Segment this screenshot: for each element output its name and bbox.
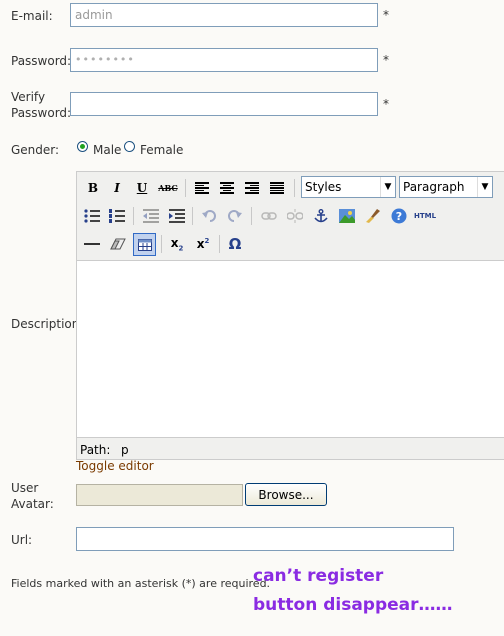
superscript-button[interactable]: x2 xyxy=(193,234,213,254)
indent-icon xyxy=(169,209,185,223)
anchor-button[interactable] xyxy=(311,206,331,226)
strikethrough-button[interactable]: ABC xyxy=(158,178,178,198)
redo-button[interactable] xyxy=(225,206,245,226)
align-left-button[interactable] xyxy=(192,178,212,198)
password-required-mark: * xyxy=(383,53,389,67)
gender-male-radio[interactable] xyxy=(77,141,88,152)
link-icon xyxy=(261,212,277,220)
gender-female-radio[interactable] xyxy=(124,141,135,152)
password-label: Password: xyxy=(11,54,72,68)
align-justify-button[interactable] xyxy=(267,178,287,198)
format-select-value: Paragraph xyxy=(403,180,465,194)
chevron-down-icon: ▼ xyxy=(477,177,492,197)
path-label: Path: xyxy=(80,443,111,457)
image-button[interactable] xyxy=(337,206,357,226)
bullet-list-icon xyxy=(84,209,100,223)
styles-select[interactable]: Styles ▼ xyxy=(301,176,396,198)
avatar-label-line2: Avatar: xyxy=(11,497,54,511)
anchor-icon xyxy=(314,209,328,223)
email-required-mark: * xyxy=(383,8,389,22)
horizontal-rule-button[interactable] xyxy=(82,234,102,254)
table-button[interactable] xyxy=(133,233,156,256)
toolbar-separator xyxy=(161,235,162,253)
cleanup-icon xyxy=(366,209,380,223)
special-char-button[interactable]: Ω xyxy=(225,234,245,254)
gender-female-label: Female xyxy=(140,143,184,157)
horizontal-rule-icon xyxy=(84,243,100,245)
description-label: Description: xyxy=(11,317,84,331)
link-button[interactable] xyxy=(259,206,279,226)
gender-male-label: Male xyxy=(93,143,122,157)
align-right-button[interactable] xyxy=(242,178,262,198)
align-center-icon xyxy=(220,182,234,194)
email-input[interactable]: admin xyxy=(70,3,378,27)
toolbar-separator xyxy=(219,235,220,253)
remove-format-button[interactable] xyxy=(108,234,128,254)
bullet-list-button[interactable] xyxy=(82,206,102,226)
editor-content-area[interactable] xyxy=(77,260,504,438)
toggle-editor-link[interactable]: Toggle editor xyxy=(76,458,154,474)
html-source-button[interactable]: HTML xyxy=(412,206,438,226)
italic-button[interactable]: I xyxy=(107,178,127,198)
svg-text:?: ? xyxy=(396,210,402,223)
toolbar-separator xyxy=(133,207,134,225)
verify-password-input[interactable] xyxy=(70,92,378,116)
url-label: Url: xyxy=(11,533,33,547)
outdent-button[interactable] xyxy=(141,206,161,226)
format-select[interactable]: Paragraph ▼ xyxy=(399,176,493,198)
help-button[interactable]: ? xyxy=(389,206,409,226)
redo-icon xyxy=(228,210,242,222)
verify-label-line1: Verify xyxy=(11,90,46,104)
toolbar-separator xyxy=(192,207,193,225)
undo-icon xyxy=(202,210,216,222)
styles-select-value: Styles xyxy=(305,180,342,194)
outdent-icon xyxy=(143,209,159,223)
toolbar-separator xyxy=(251,207,252,225)
help-icon: ? xyxy=(391,208,407,224)
chevron-down-icon: ▼ xyxy=(380,177,395,197)
path-value[interactable]: p xyxy=(121,442,129,458)
align-right-icon xyxy=(245,182,259,194)
bold-button[interactable]: B xyxy=(83,178,103,198)
password-input[interactable]: •••••••• xyxy=(70,48,378,72)
subscript-icon: x2 xyxy=(170,235,184,253)
indent-button[interactable] xyxy=(167,206,187,226)
avatar-label-line1: User xyxy=(11,481,39,495)
image-icon xyxy=(339,209,355,223)
numbered-list-icon xyxy=(109,209,125,223)
annotation-line1: can’t register xyxy=(253,566,384,586)
toolbar-separator xyxy=(185,179,186,197)
eraser-icon xyxy=(110,238,126,250)
align-left-icon xyxy=(195,182,209,194)
cleanup-button[interactable] xyxy=(363,206,383,226)
browse-button[interactable]: Browse... xyxy=(245,483,327,506)
gender-label: Gender: xyxy=(11,143,60,157)
subscript-button[interactable]: x2 xyxy=(167,234,187,254)
table-icon xyxy=(137,238,152,251)
verify-required-mark: * xyxy=(383,97,389,111)
url-input[interactable] xyxy=(76,527,454,551)
unlink-icon xyxy=(287,209,303,223)
undo-button[interactable] xyxy=(199,206,219,226)
underline-button[interactable]: U xyxy=(132,178,152,198)
email-label: E-mail: xyxy=(11,9,53,23)
annotation-line2: button disappear…… xyxy=(253,595,453,615)
numbered-list-button[interactable] xyxy=(107,206,127,226)
avatar-file-input[interactable] xyxy=(76,484,243,506)
unlink-button[interactable] xyxy=(285,206,305,226)
verify-label-line2: Password: xyxy=(11,106,72,120)
align-center-button[interactable] xyxy=(217,178,237,198)
rich-text-editor: B I U ABC Styles ▼ Paragraph ▼ ? HTML x2… xyxy=(76,171,504,460)
required-fields-note: Fields marked with an asterisk (*) are r… xyxy=(11,577,271,590)
superscript-icon: x2 xyxy=(196,237,210,251)
toolbar-separator xyxy=(294,179,295,197)
align-justify-icon xyxy=(270,182,284,194)
